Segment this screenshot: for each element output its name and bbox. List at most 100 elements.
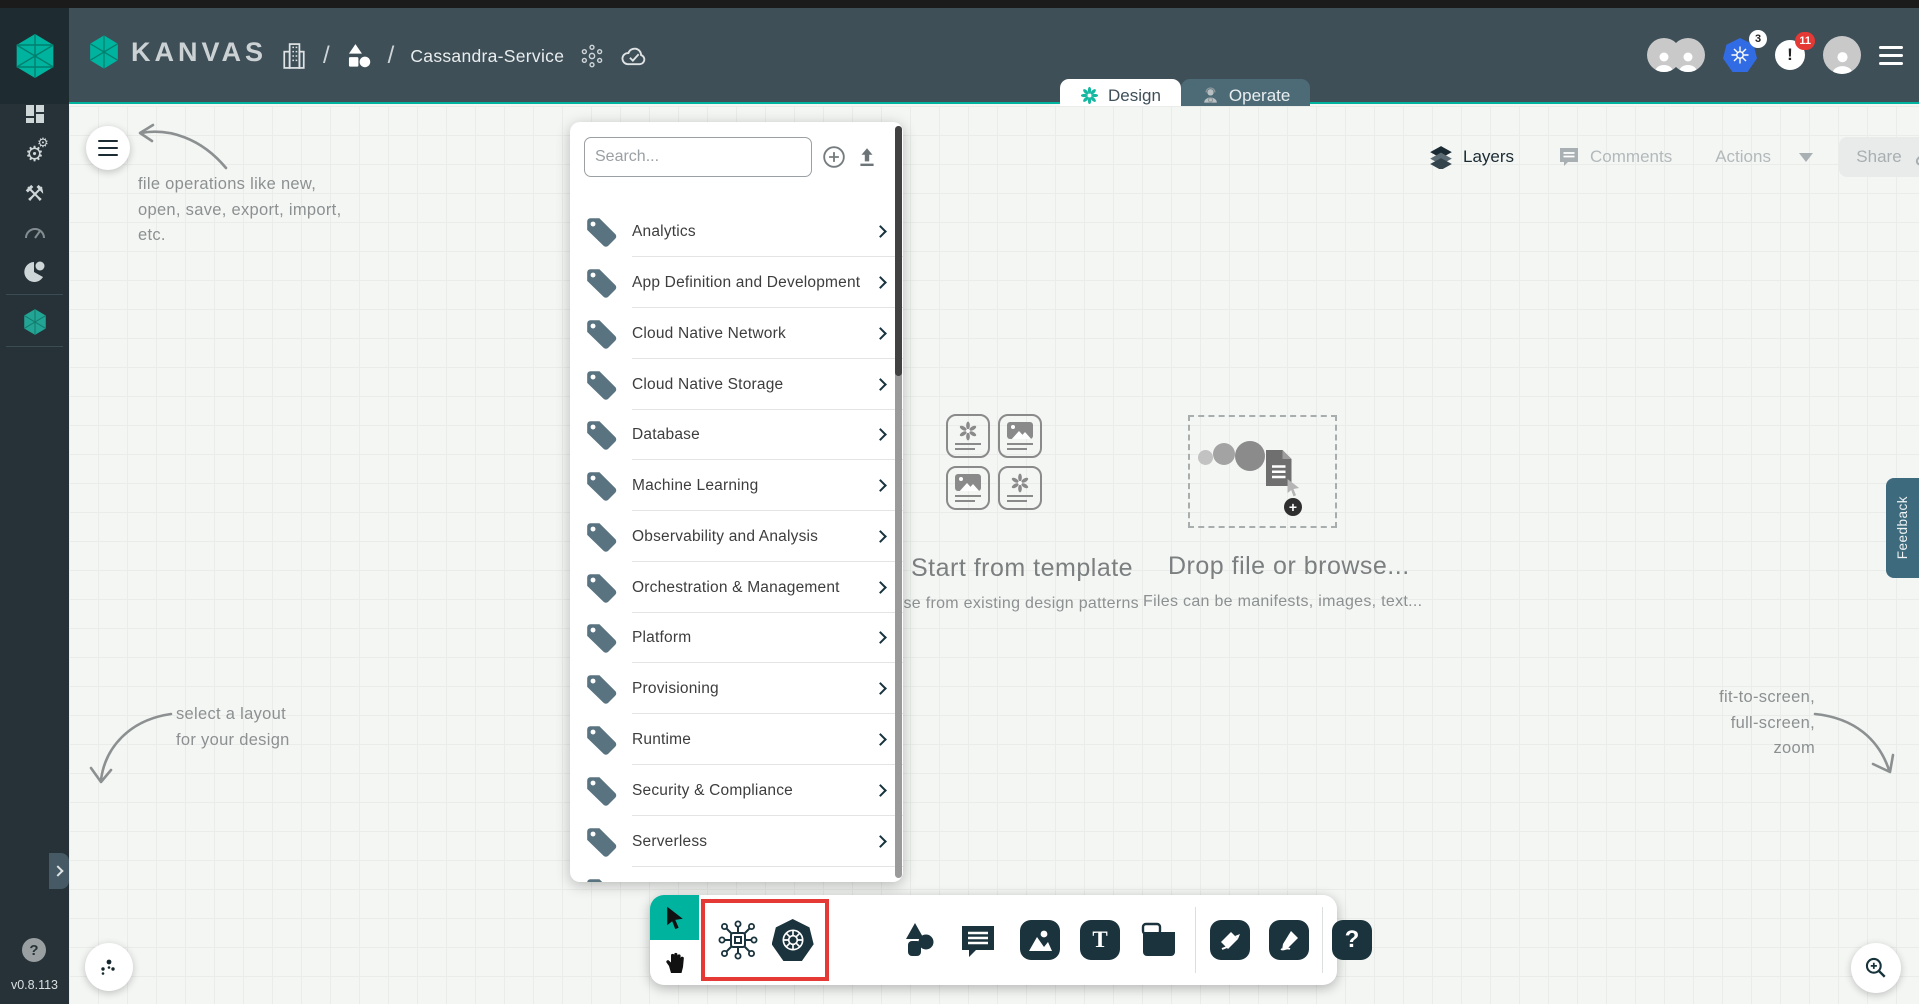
comment-tool[interactable] [958, 920, 998, 960]
start-from-template-title[interactable]: Start from template [911, 554, 1133, 583]
category-item-platform[interactable]: Platform [570, 612, 903, 663]
chevron-right-icon [874, 733, 887, 746]
shapes-tool[interactable] [900, 920, 940, 960]
category-item-runtime[interactable]: Runtime [570, 714, 903, 765]
sidebar-item-performance[interactable] [0, 214, 69, 250]
kanvas-wordmark: KANVAS [131, 37, 267, 68]
category-item-provisioning[interactable]: Provisioning [570, 663, 903, 714]
design-canvas[interactable]: file operations like new, open, save, ex… [69, 106, 1919, 1004]
pie-chart-icon [24, 261, 46, 283]
category-item-analytics[interactable]: Analytics [570, 206, 903, 257]
category-item-cloud-native-storage[interactable]: Cloud Native Storage [570, 359, 903, 410]
notification-count-badge: 11 [1795, 32, 1815, 50]
kubernetes-context-button[interactable]: 3 [1723, 38, 1757, 72]
mesh-graph-icon[interactable] [580, 44, 604, 68]
sidebar-divider [6, 346, 63, 347]
image-icon [1020, 920, 1060, 960]
category-label: Database [632, 426, 876, 444]
kubernetes-tool[interactable] [772, 919, 814, 961]
collaborator-avatars[interactable] [1647, 38, 1705, 72]
category-item-security[interactable]: Security & Compliance [570, 765, 903, 816]
category-tag-icon [584, 774, 618, 808]
toolbox-icon: ⚒ [25, 181, 45, 207]
note-tool[interactable] [1139, 920, 1179, 960]
category-tag-icon [584, 368, 618, 402]
import-upload-icon[interactable] [856, 146, 878, 168]
help-tool[interactable]: ? [1332, 920, 1372, 960]
sidebar-item-lifecycle[interactable]: ⚙⚙ [0, 136, 69, 172]
tab-operate-label: Operate [1229, 86, 1290, 106]
share-button[interactable]: Share [1839, 137, 1919, 177]
feedback-tab[interactable]: Feedback [1886, 478, 1919, 578]
kanvas-logo-icon [87, 34, 121, 70]
category-item-cloud-native-network[interactable]: Cloud Native Network [570, 308, 903, 359]
pan-tool[interactable] [650, 940, 699, 985]
actions-dropdown[interactable]: Actions [1715, 147, 1814, 167]
text-icon: T [1080, 920, 1120, 960]
image-tool[interactable] [1020, 920, 1060, 960]
category-tag-icon [584, 469, 618, 503]
collaborator-avatar [1671, 38, 1705, 72]
category-label: Machine Learning [632, 477, 876, 495]
design-name[interactable]: Cassandra-Service [410, 46, 564, 67]
comments-button[interactable]: Comments [1557, 145, 1672, 169]
select-tool[interactable] [650, 895, 699, 940]
component-circuit-tool[interactable] [716, 918, 760, 962]
sidebar-expand-button[interactable] [49, 853, 69, 889]
category-item-observability[interactable]: Observability and Analysis [570, 511, 903, 562]
designs-icon[interactable] [346, 43, 372, 69]
drop-file-title[interactable]: Drop file or browse... [1168, 552, 1410, 581]
category-item-database[interactable]: Database [570, 409, 903, 460]
notifications-button[interactable]: ! 11 [1775, 40, 1805, 70]
category-tag-icon [584, 723, 618, 757]
sidebar-item-dashboard[interactable] [0, 96, 69, 132]
sidebar-item-kanvas-active[interactable] [0, 304, 69, 340]
drop-file-zone[interactable]: + [1188, 415, 1337, 528]
start-from-template-subtitle: Choose from existing design patterns [864, 595, 1139, 613]
category-item-machine-learning[interactable]: Machine Learning [570, 460, 903, 511]
category-tag-icon [584, 215, 618, 249]
help-button[interactable]: ? [22, 938, 46, 962]
share-link-icon [1914, 147, 1919, 167]
drop-file-subtitle: Files can be manifests, images, text... [1143, 593, 1422, 611]
chevron-right-icon [874, 631, 887, 644]
organization-icon[interactable] [281, 41, 307, 71]
sidebar-divider [6, 294, 63, 295]
chevron-right-icon [874, 479, 887, 492]
search-input[interactable] [595, 148, 802, 166]
category-item-serverless[interactable]: Serverless [570, 816, 903, 867]
panel-scrollbar-thumb[interactable] [895, 126, 902, 376]
category-label: Cloud Native Network [632, 325, 876, 343]
sidebar-item-configuration[interactable]: ⚒ [0, 176, 69, 212]
header-menu-button[interactable] [1879, 46, 1903, 65]
category-label: Orchestration & Management [632, 579, 876, 597]
category-tag-icon [584, 520, 618, 554]
category-item-orchestration[interactable]: Orchestration & Management [570, 562, 903, 613]
chevron-right-icon [874, 835, 887, 848]
layout-graph-icon [98, 956, 120, 978]
annotation-arrow [1809, 704, 1899, 784]
pen-tool[interactable] [1210, 920, 1250, 960]
category-list: Analytics App Definition and Development… [570, 192, 903, 882]
freehand-draw-tool[interactable] [1269, 920, 1309, 960]
add-component-icon[interactable] [822, 145, 846, 169]
zoom-controls-button[interactable] [1851, 943, 1901, 993]
comment-icon [958, 920, 998, 960]
layout-select-button[interactable] [85, 943, 133, 991]
chevron-right-icon [874, 428, 887, 441]
layers-button[interactable]: Layers [1428, 145, 1514, 169]
user-avatar[interactable] [1823, 36, 1861, 74]
category-label: Security & Compliance [632, 782, 876, 800]
search-box[interactable] [584, 137, 812, 177]
sidebar-item-insights[interactable] [0, 254, 69, 290]
highlighted-tools-group [701, 899, 829, 981]
canvas-menu-button[interactable] [86, 126, 130, 170]
category-item-app-definition[interactable]: App Definition and Development [570, 257, 903, 308]
kanvas-brand[interactable]: KANVAS [87, 34, 267, 70]
text-tool[interactable]: T [1080, 920, 1120, 960]
category-item-partial[interactable] [570, 867, 903, 882]
layer5-logo[interactable] [0, 8, 69, 104]
layers-icon [1428, 145, 1454, 169]
start-from-template-thumbs[interactable] [946, 414, 1041, 518]
template-card [946, 466, 990, 510]
